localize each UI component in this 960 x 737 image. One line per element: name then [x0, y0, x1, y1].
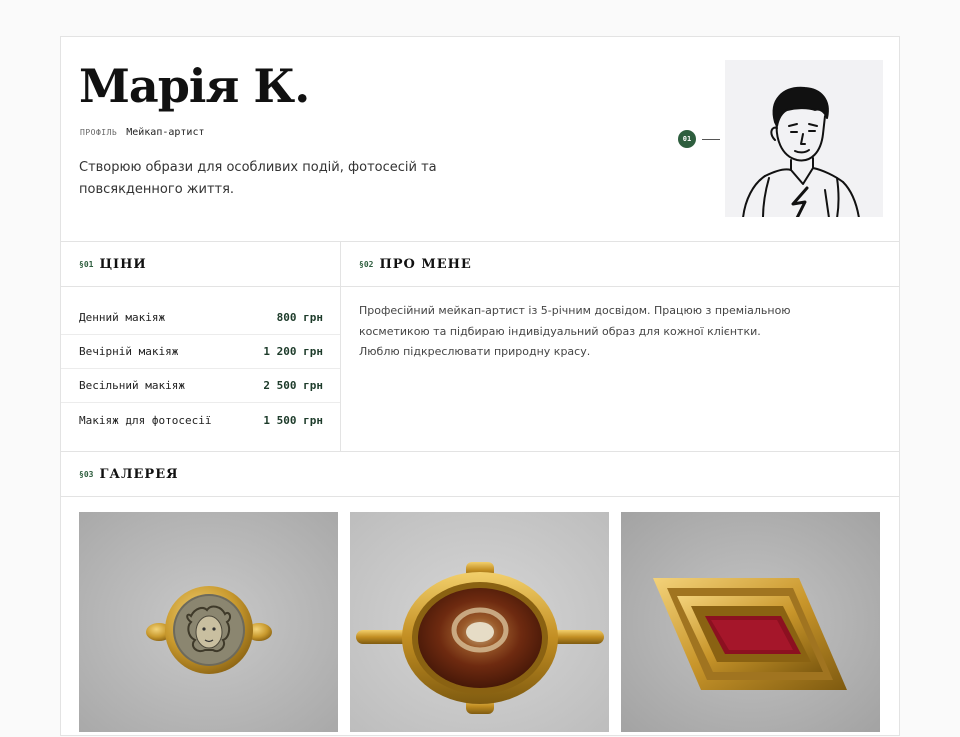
price-label: Весільний макіяж [79, 379, 185, 392]
gallery-tile[interactable] [621, 512, 880, 732]
gallery-grid [79, 512, 880, 732]
about-section-number: §02 [359, 259, 374, 269]
about-section-title: ПРО МЕНЕ [379, 256, 472, 272]
photo-marker-line [702, 138, 720, 140]
prices-section: §01 ЦІНИ Денний макіяж 800 грн Вечірній … [61, 242, 341, 452]
gallery-heading: §03 ГАЛЕРЕЯ [61, 452, 899, 497]
price-value: 1 200 грн [263, 345, 323, 358]
photo-marker-badge: 01 [678, 130, 696, 148]
price-label: Макіяж для фотосесії [79, 413, 212, 427]
prices-section-number: §01 [79, 259, 94, 269]
price-row: Весільний макіяж 2 500 грн [61, 369, 340, 403]
price-value: 2 500 грн [263, 379, 323, 392]
price-row: Денний макіяж 800 грн [61, 301, 340, 335]
price-label: Денний макіяж [79, 311, 166, 324]
about-heading: §02 ПРО МЕНЕ [341, 242, 899, 287]
price-value: 800 грн [276, 311, 323, 324]
profile-name: Марія К. [79, 59, 310, 113]
gallery-tile[interactable] [350, 512, 609, 732]
profile-header: Марія К. ПРОФІЛЬ Мейкап-артист Створюю о… [61, 37, 899, 242]
price-row: Макіяж для фотосесії 1 500 грн [61, 403, 340, 437]
photo-marker: 01 [678, 130, 720, 148]
gallery-section-title: ГАЛЕРЕЯ [99, 466, 179, 482]
gallery-tile[interactable] [79, 512, 338, 732]
eye-agate-brooch-image [350, 512, 609, 732]
rhombus-garnet-brooch-image [621, 512, 880, 732]
profile-card: Марія К. ПРОФІЛЬ Мейкап-артист Створюю о… [60, 36, 900, 736]
price-row: Вечірній макіяж 1 200 грн [61, 335, 340, 369]
role-kicker: ПРОФІЛЬ [80, 128, 118, 137]
price-value: 1 500 грн [263, 413, 323, 427]
about-text: Професійний мейкап-артист із 5-річним до… [359, 304, 791, 358]
medusa-brooch-image [79, 512, 338, 732]
profile-tagline: Створюю образи для особливих подій, фото… [79, 160, 437, 197]
avatar [725, 60, 883, 217]
price-list: Денний макіяж 800 грн Вечірній макіяж 1 … [61, 287, 340, 437]
about-section: §02 ПРО МЕНЕ Професійний мейкап-артист і… [341, 242, 899, 452]
role-row: ПРОФІЛЬ Мейкап-артист [80, 127, 205, 138]
gallery-section-number: §03 [79, 469, 94, 479]
price-label: Вечірній макіяж [79, 345, 179, 358]
prices-heading: §01 ЦІНИ [61, 242, 340, 287]
gallery-section: §03 ГАЛЕРЕЯ [61, 452, 899, 737]
role-value: Мейкап-артист [126, 127, 205, 138]
avatar-illustration [742, 86, 860, 217]
prices-section-title: ЦІНИ [99, 256, 147, 272]
